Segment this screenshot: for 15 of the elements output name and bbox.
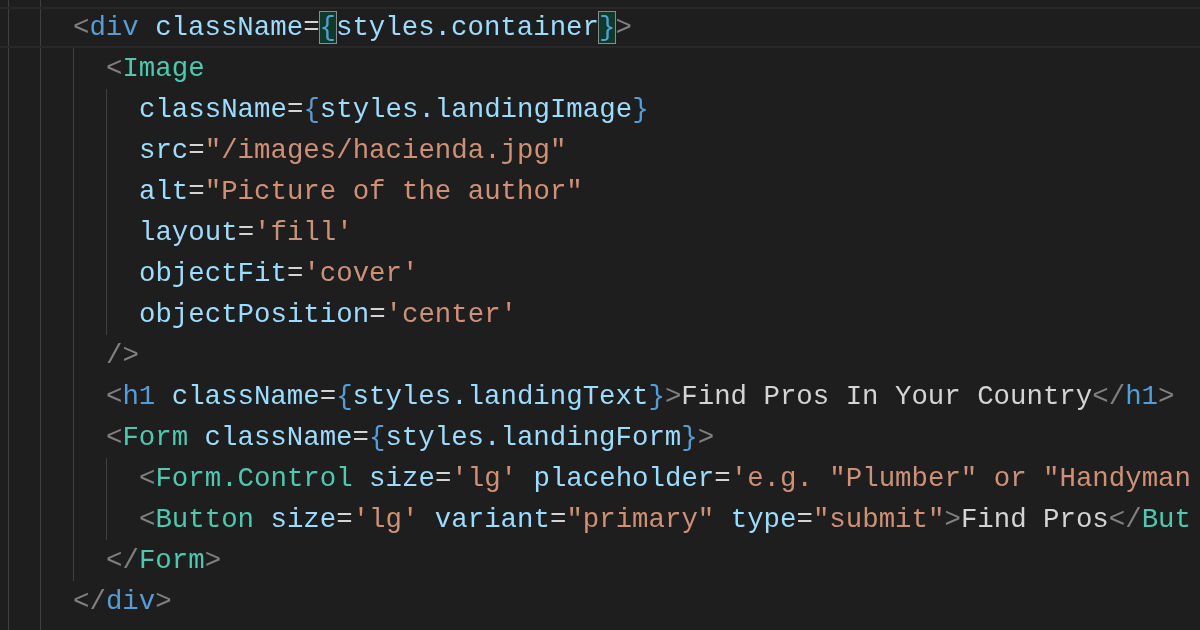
code-line: <div className={styles.container}> xyxy=(73,11,632,45)
code-line: </div> xyxy=(73,585,172,619)
code-line: <Image xyxy=(106,52,205,86)
code-line: className={styles.landingImage} xyxy=(139,93,649,127)
code-line: <Form.Control size='lg' placeholder='e.g. "Plumber" or "Handyman xyxy=(139,462,1191,496)
code-line: src="/images/hacienda.jpg" xyxy=(139,134,567,168)
code-line: objectPosition='center' xyxy=(139,298,518,332)
code-line: </Form> xyxy=(106,544,222,578)
code-line: objectFit='cover' xyxy=(139,257,419,291)
code-line: alt="Picture of the author" xyxy=(139,175,583,209)
code-line: <h1 className={styles.landingText}>Find Pros In Your Country</h1> xyxy=(106,380,1175,414)
code-line: <Form className={styles.landingForm}> xyxy=(106,421,715,455)
code-line: <Button size='lg' variant="primary" type="submit">Find Pros</But xyxy=(139,503,1191,537)
code-line: /> xyxy=(106,339,139,373)
code-line: layout='fill' xyxy=(139,216,353,250)
